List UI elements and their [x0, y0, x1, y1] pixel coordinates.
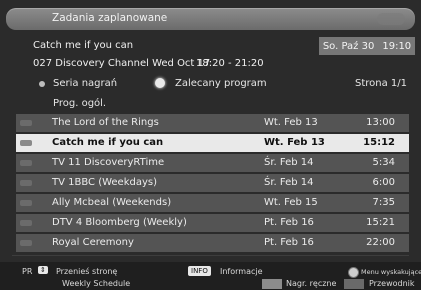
item-time: 15:12 [363, 137, 395, 148]
item-date: Śr. Feb 14 [264, 177, 314, 188]
list-item[interactable]: DTV 4 Bloomberg (Weekly) Pt. Feb 16 15:2… [16, 214, 409, 232]
item-time: 5:34 [372, 157, 395, 168]
item-date: Wt. Feb 13 [264, 137, 325, 148]
info-key[interactable]: INFO [188, 266, 211, 276]
window-title: Zadania zaplanowane [52, 12, 168, 24]
scheduled-tasks-screen: Zadania zaplanowane Catch me if you can … [0, 0, 421, 290]
item-time: 22:00 [366, 237, 395, 248]
record-icon [20, 220, 32, 226]
pr-updown-icon: ⇕ [38, 266, 48, 274]
list-item[interactable]: Royal Ceremony Pt. Feb 16 22:00 [16, 234, 409, 252]
item-time: 15:21 [366, 217, 395, 228]
record-icon [20, 240, 32, 246]
list-item[interactable]: TV 11 DiscoveryRTime Śr. Feb 14 5:34 [16, 154, 409, 172]
item-name: Royal Ceremony [52, 237, 134, 248]
popup-menu-icon[interactable] [348, 267, 359, 278]
item-time: 6:00 [372, 177, 395, 188]
record-icon [20, 140, 32, 146]
item-name: The Lord of the Rings [52, 117, 159, 128]
page-indicator: Strona 1/1 [354, 78, 407, 89]
list-item[interactable]: The Lord of the Rings Wt. Feb 13 13:00 [16, 114, 409, 132]
series-dot-icon [39, 81, 45, 87]
move-page-label: Przenieś stronę [56, 267, 118, 276]
manual-rec-button-icon[interactable] [262, 279, 282, 289]
title-bar: Zadania zaplanowane [6, 8, 415, 30]
item-date: Śr. Feb 14 [264, 157, 314, 168]
recommended-filter[interactable]: Zalecany program [175, 78, 267, 89]
item-name: Ally Mcbeal (Weekends) [52, 197, 172, 208]
list-item-selected[interactable]: Catch me if you can Wt. Feb 13 15:12 [16, 134, 409, 152]
title-bar-ornament [377, 13, 405, 25]
record-icon [20, 120, 32, 126]
item-name: Catch me if you can [52, 137, 164, 148]
record-icon [20, 200, 32, 206]
record-icon [20, 180, 32, 186]
filter-row: Seria nagrań Zalecany program Strona 1/1 [0, 76, 421, 92]
item-name: DTV 4 Bloomberg (Weekly) [52, 217, 187, 228]
item-time: 7:35 [372, 197, 395, 208]
list-item[interactable]: Ally Mcbeal (Weekends) Wt. Feb 15 7:35 [16, 194, 409, 212]
current-time: 19:10 [382, 40, 412, 52]
list-item[interactable]: TV 1BBC (Weekdays) Śr. Feb 14 6:00 [16, 174, 409, 192]
item-date: Pt. Feb 16 [264, 237, 314, 248]
weekly-schedule-label: Weekly Schedule [62, 279, 131, 288]
item-date: Wt. Feb 15 [264, 197, 318, 208]
current-date: So. Paź 30 [322, 40, 375, 52]
manual-rec-label: Nagr. ręczne [286, 279, 337, 288]
recommended-radio-icon[interactable] [155, 78, 165, 88]
program-title: Catch me if you can [33, 40, 134, 51]
item-time: 13:00 [366, 117, 395, 128]
time-range: 18:20 - 21:20 [196, 58, 264, 69]
info-label: Informacje [220, 267, 263, 276]
record-icon [20, 160, 32, 166]
item-name: TV 11 DiscoveryRTime [52, 157, 165, 168]
channel-line: 027 Discovery Channel Wed Oct 17 [33, 58, 211, 69]
item-date: Wt. Feb 13 [264, 117, 318, 128]
popup-menu-label: Menu wyskakujące [361, 268, 421, 276]
category-label: Prog. ogól. [53, 98, 107, 109]
divider [12, 255, 409, 256]
series-filter[interactable]: Seria nagrań [53, 78, 117, 89]
pr-key-label: PR [22, 267, 33, 276]
guide-button-icon[interactable] [344, 279, 364, 289]
item-date: Pt. Feb 16 [264, 217, 314, 228]
current-datetime: So. Paź 30 19:10 [319, 37, 415, 55]
footer-legend: PR ⇕ Przenieś stronę INFO Informacje Men… [0, 262, 421, 290]
schedule-list: The Lord of the Rings Wt. Feb 13 13:00 C… [16, 114, 409, 254]
guide-label: Przewodnik [369, 279, 415, 288]
item-name: TV 1BBC (Weekdays) [52, 177, 157, 188]
